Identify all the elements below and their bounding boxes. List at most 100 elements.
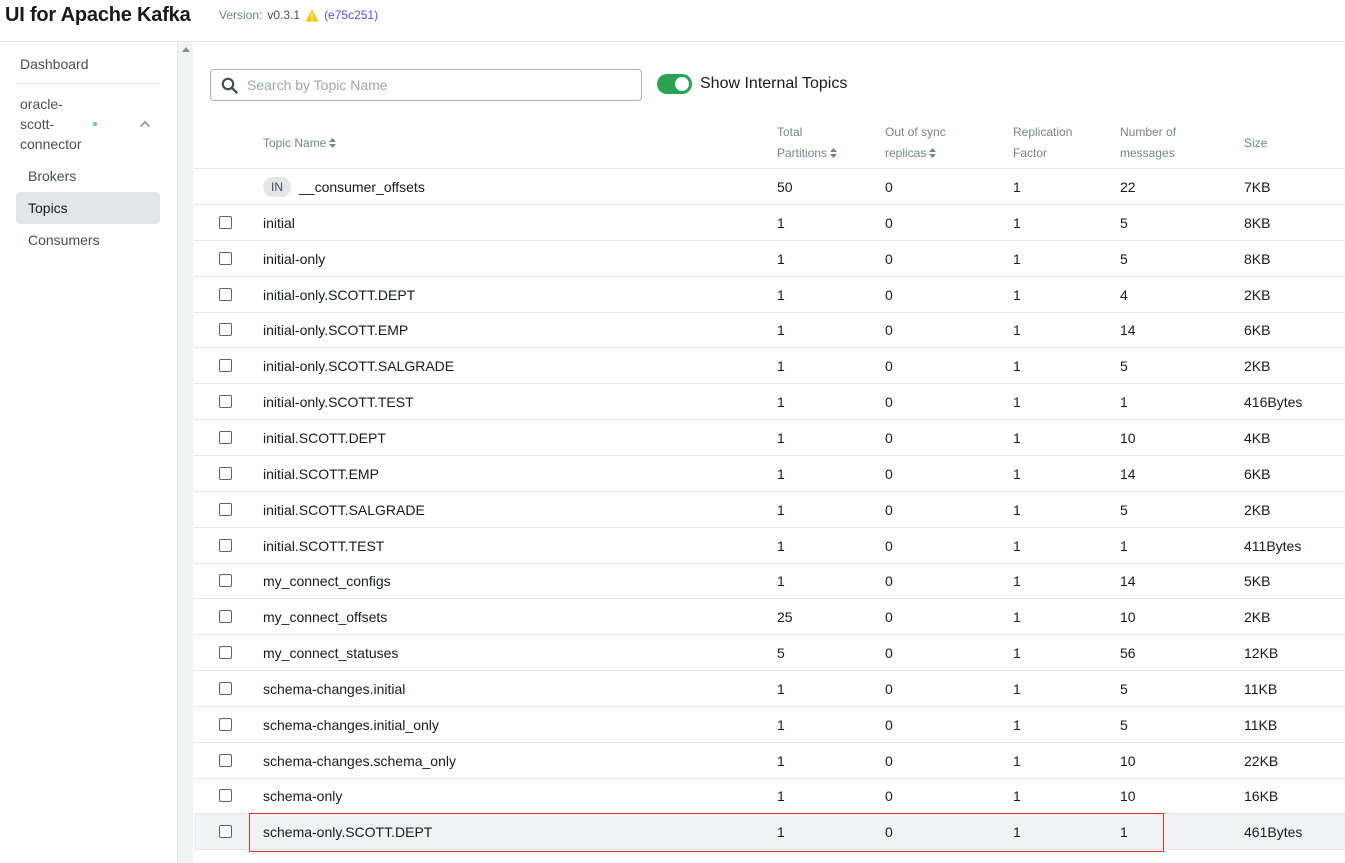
table-row[interactable]: schema-changes.initial_only 1 0 1 5 11KB (194, 707, 1345, 743)
table-row[interactable]: initial.SCOTT.EMP 1 0 1 14 6KB (194, 456, 1345, 492)
sidebar-scrollbar[interactable] (177, 42, 193, 863)
show-internal-toggle[interactable] (657, 74, 692, 94)
topic-name[interactable]: initial-only (263, 251, 325, 267)
row-checkbox[interactable] (219, 323, 232, 337)
row-checkbox[interactable] (219, 825, 232, 839)
cell-size: 7KB (1244, 179, 1271, 195)
row-checkbox[interactable] (219, 359, 232, 373)
topic-name[interactable]: initial-only.SCOTT.DEPT (263, 287, 415, 303)
row-checkbox[interactable] (219, 395, 232, 409)
cell-replication: 1 (1013, 358, 1021, 375)
topic-name-cell[interactable]: schema-changes.initial (263, 671, 405, 707)
table-row[interactable]: initial-only 1 0 1 5 8KB (194, 241, 1345, 277)
cell-out-of-sync: 0 (885, 322, 893, 339)
commit-link[interactable]: (e75c251) (324, 8, 378, 22)
topic-name[interactable]: initial (263, 215, 295, 231)
topic-name-cell[interactable]: initial.SCOTT.EMP (263, 456, 379, 492)
table-row[interactable]: initial-only.SCOTT.DEPT 1 0 1 4 2KB (194, 277, 1345, 313)
topic-name-cell[interactable]: initial-only (263, 241, 325, 277)
topic-name-cell[interactable]: schema-only.SCOTT.DEPT (263, 814, 432, 850)
topic-name[interactable]: schema-changes.schema_only (263, 753, 456, 769)
topic-name[interactable]: initial-only.SCOTT.TEST (263, 394, 414, 410)
topic-name-cell[interactable]: my_connect_statuses (263, 635, 398, 671)
table-row[interactable]: initial-only.SCOTT.SALGRADE 1 0 1 5 2KB (194, 348, 1345, 385)
sidebar: Dashboard oracle- scott- connector Broke… (0, 42, 177, 863)
topic-name-cell[interactable]: initial-only.SCOTT.DEPT (263, 277, 415, 313)
table-row[interactable]: schema-changes.schema_only 1 0 1 10 22KB (194, 743, 1345, 779)
scroll-up-arrow-icon[interactable] (182, 47, 190, 52)
table-row[interactable]: schema-only 1 0 1 10 16KB (194, 778, 1345, 815)
row-checkbox[interactable] (219, 502, 232, 516)
topic-name[interactable]: schema-only (263, 788, 342, 804)
topic-name-cell[interactable]: schema-changes.schema_only (263, 743, 456, 779)
row-checkbox[interactable] (219, 215, 232, 229)
table-row[interactable]: IN __consumer_offsets 50 0 1 22 7KB (194, 169, 1345, 205)
topic-name[interactable]: schema-changes.initial (263, 681, 405, 697)
row-checkbox[interactable] (219, 610, 232, 624)
topic-name[interactable]: initial.SCOTT.TEST (263, 538, 384, 554)
nav-dashboard[interactable]: Dashboard (20, 56, 89, 72)
table-row[interactable]: initial-only.SCOTT.EMP 1 0 1 14 6KB (194, 312, 1345, 349)
row-checkbox[interactable] (219, 430, 232, 444)
sidebar-item-brokers[interactable]: Brokers (16, 160, 160, 192)
table-row[interactable]: initial-only.SCOTT.TEST 1 0 1 1 416Bytes (194, 384, 1345, 421)
topic-name[interactable]: initial.SCOTT.DEPT (263, 430, 386, 446)
row-checkbox[interactable] (219, 574, 232, 588)
topic-name[interactable]: my_connect_statuses (263, 645, 398, 661)
topic-name-cell[interactable]: initial (263, 205, 295, 241)
table-row[interactable]: my_connect_configs 1 0 1 14 5KB (194, 563, 1345, 600)
topic-name-cell[interactable]: initial.SCOTT.DEPT (263, 420, 386, 456)
table-row[interactable]: schema-only.SCOTT.DEPT 1 0 1 1 461Bytes (194, 814, 1345, 851)
topic-name-cell[interactable]: schema-only (263, 778, 342, 814)
cell-messages: 5 (1120, 250, 1128, 267)
topic-name[interactable]: my_connect_offsets (263, 609, 387, 625)
row-checkbox[interactable] (219, 287, 232, 301)
topic-name[interactable]: initial.SCOTT.EMP (263, 466, 379, 482)
table-row[interactable]: initial.SCOTT.SALGRADE 1 0 1 5 2KB (194, 492, 1345, 528)
topic-name-cell[interactable]: IN __consumer_offsets (263, 169, 425, 205)
table-row[interactable]: initial.SCOTT.DEPT 1 0 1 10 4KB (194, 420, 1345, 456)
topic-name[interactable]: schema-only.SCOTT.DEPT (263, 824, 432, 840)
cell-messages: 10 (1120, 429, 1136, 446)
header-line: replicas (885, 146, 927, 160)
topic-name-cell[interactable]: initial-only.SCOTT.EMP (263, 312, 408, 348)
topic-name[interactable]: my_connect_configs (263, 573, 391, 589)
header-total-partitions[interactable]: Total Partitions (777, 122, 838, 164)
topic-name-cell[interactable]: initial-only.SCOTT.SALGRADE (263, 348, 454, 384)
row-checkbox[interactable] (219, 717, 232, 731)
cell-partitions: 1 (777, 429, 785, 446)
warning-icon[interactable] (305, 9, 319, 22)
row-checkbox[interactable] (219, 538, 232, 552)
topic-name[interactable]: schema-changes.initial_only (263, 717, 439, 733)
row-checkbox[interactable] (219, 251, 232, 265)
header-topic-name[interactable]: Topic Name (263, 133, 337, 154)
row-checkbox[interactable] (219, 681, 232, 695)
row-checkbox[interactable] (219, 646, 232, 660)
row-checkbox[interactable] (219, 466, 232, 480)
chevron-up-icon[interactable] (139, 119, 151, 129)
sidebar-item-topics[interactable]: Topics (16, 192, 160, 224)
topic-name-cell[interactable]: initial.SCOTT.TEST (263, 528, 384, 564)
topic-name-cell[interactable]: schema-changes.initial_only (263, 707, 439, 743)
topic-name-cell[interactable]: initial-only.SCOTT.TEST (263, 384, 414, 420)
topic-name-cell[interactable]: my_connect_configs (263, 563, 391, 599)
topic-name-cell[interactable]: my_connect_offsets (263, 599, 387, 635)
table-row[interactable]: initial 1 0 1 5 8KB (194, 205, 1345, 241)
row-checkbox[interactable] (219, 789, 232, 803)
row-checkbox[interactable] (219, 753, 232, 767)
table-row[interactable]: initial.SCOTT.TEST 1 0 1 1 411Bytes (194, 528, 1345, 564)
topic-name[interactable]: __consumer_offsets (299, 179, 425, 195)
topic-name[interactable]: initial-only.SCOTT.SALGRADE (263, 358, 454, 374)
sidebar-item-consumers[interactable]: Consumers (16, 224, 160, 256)
table-row[interactable]: schema-changes.initial 1 0 1 5 11KB (194, 671, 1345, 707)
table-row[interactable]: my_connect_offsets 25 0 1 10 2KB (194, 599, 1345, 636)
topic-name-cell[interactable]: initial.SCOTT.SALGRADE (263, 492, 425, 528)
topic-name[interactable]: initial.SCOTT.SALGRADE (263, 502, 425, 518)
topic-name[interactable]: initial-only.SCOTT.EMP (263, 322, 408, 338)
row-menu-icon[interactable]: ⋮ (1340, 822, 1345, 836)
cell-out-of-sync: 0 (885, 573, 893, 590)
app-title[interactable]: UI for Apache Kafka (5, 4, 191, 27)
table-row[interactable]: my_connect_statuses 5 0 1 56 12KB (194, 635, 1345, 672)
header-out-of-sync[interactable]: Out of sync replicas (885, 122, 946, 164)
search-input[interactable] (247, 70, 637, 100)
